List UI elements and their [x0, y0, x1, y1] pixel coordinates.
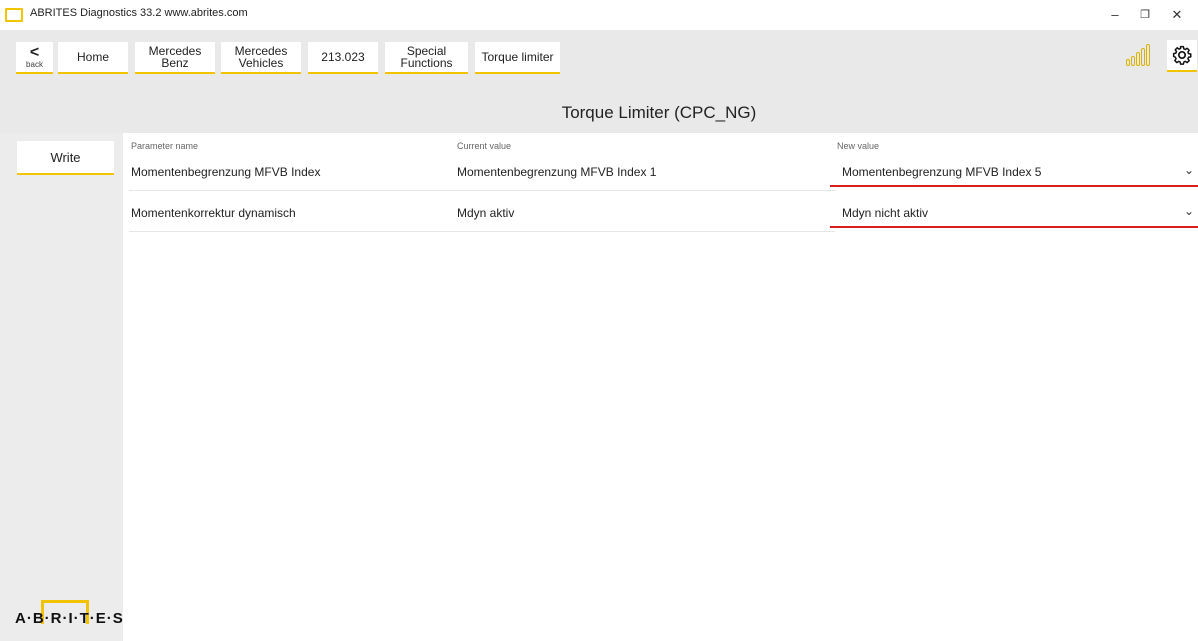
column-header-current-value: Current value	[457, 141, 512, 151]
restore-button[interactable]: ❐	[1130, 4, 1160, 26]
chevron-down-icon: ⌄	[1183, 204, 1194, 218]
minimize-button[interactable]: –	[1100, 4, 1130, 26]
new-value-select[interactable]: Momentenbegrenzung MFVB Index 5 ⌄	[830, 153, 1198, 187]
column-header-parameter-name: Parameter name	[131, 141, 199, 151]
new-value-selected: Momentenbegrenzung MFVB Index 5	[842, 165, 1042, 179]
breadcrumb-mercedes-benz[interactable]: Mercedes Benz	[135, 42, 215, 74]
back-arrow-icon: <	[29, 43, 40, 61]
new-value-select[interactable]: Mdyn nicht aktiv ⌄	[830, 194, 1198, 228]
signal-strength-icon	[1126, 44, 1150, 66]
breadcrumb-torque-limiter[interactable]: Torque limiter	[475, 42, 560, 74]
breadcrumb-special-functions[interactable]: Special Functions	[385, 42, 468, 74]
breadcrumb-model[interactable]: 213.023	[308, 42, 378, 74]
abrites-logo: A·B·R·I·T·E·S	[15, 600, 124, 632]
settings-button[interactable]	[1167, 40, 1197, 72]
sidebar: Write A·B·R·I·T·E·S	[0, 133, 123, 641]
current-value: Mdyn aktiv	[457, 206, 515, 220]
table-row: Momentenbegrenzung MFVB Index Momentenbe…	[129, 153, 1198, 191]
row-divider	[129, 231, 835, 232]
new-value-selected: Mdyn nicht aktiv	[842, 206, 929, 220]
gear-icon	[1172, 45, 1192, 65]
write-button[interactable]: Write	[17, 141, 114, 175]
chevron-down-icon: ⌄	[1183, 163, 1194, 177]
page-header: Torque Limiter (CPC_NG)	[0, 85, 1198, 133]
column-header-new-value: New value	[837, 141, 880, 151]
table-row: Momentenkorrektur dynamisch Mdyn aktiv M…	[129, 194, 1198, 232]
close-button[interactable]: ✕	[1162, 4, 1192, 26]
breadcrumb-home[interactable]: Home	[58, 42, 128, 74]
breadcrumb-toolbar: < back Home Mercedes Benz Mercedes Vehic…	[0, 30, 1198, 85]
logo-text: A·B·R·I·T·E·S	[15, 610, 124, 627]
page-title: Torque Limiter (CPC_NG)	[561, 103, 757, 122]
parameter-name: Momentenbegrenzung MFVB Index	[131, 165, 321, 179]
back-label: back	[26, 59, 43, 69]
breadcrumb-mercedes-vehicles[interactable]: Mercedes Vehicles	[221, 42, 301, 74]
parameter-table: Parameter name Current value New value M…	[123, 133, 1198, 641]
back-button[interactable]: < back	[16, 42, 53, 74]
current-value: Momentenbegrenzung MFVB Index 1	[457, 165, 657, 179]
title-bar: ABRITES Diagnostics 33.2 www.abrites.com…	[0, 0, 1198, 30]
parameter-name: Momentenkorrektur dynamisch	[131, 206, 296, 220]
window-title: ABRITES Diagnostics 33.2 www.abrites.com	[30, 7, 248, 19]
row-divider	[129, 190, 835, 191]
app-icon	[5, 8, 23, 22]
